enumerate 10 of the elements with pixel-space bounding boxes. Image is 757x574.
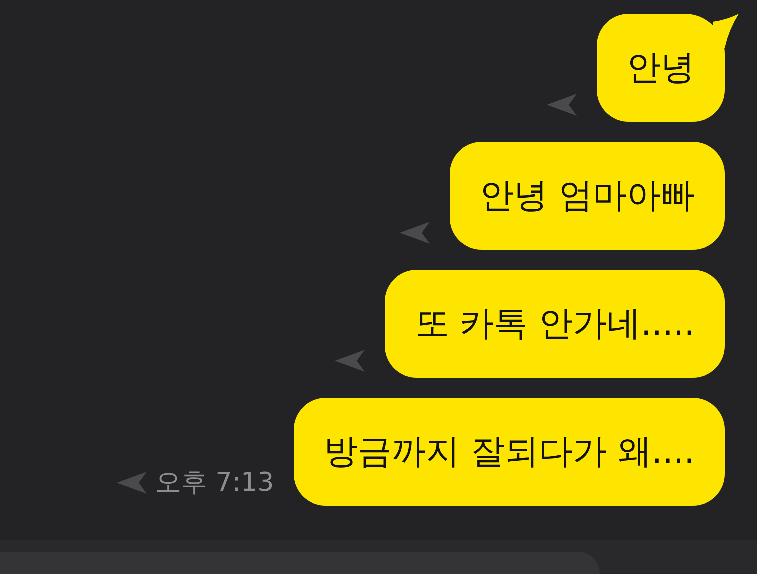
send-pending-icon	[400, 222, 430, 244]
message-bubble: 안녕	[597, 14, 725, 122]
send-pending-icon	[335, 350, 366, 372]
message-bubble: 방금까지 잘되다가 왜....	[294, 398, 725, 506]
message-bubble: 안녕 엄마아빠	[450, 142, 725, 250]
send-pending-icon	[117, 472, 148, 494]
message-bubble: 또 카톡 안가네.....	[385, 270, 725, 378]
send-pending-icon	[547, 94, 577, 116]
message-time: 오후 7:13	[155, 467, 274, 500]
bubble-tail	[713, 14, 739, 48]
